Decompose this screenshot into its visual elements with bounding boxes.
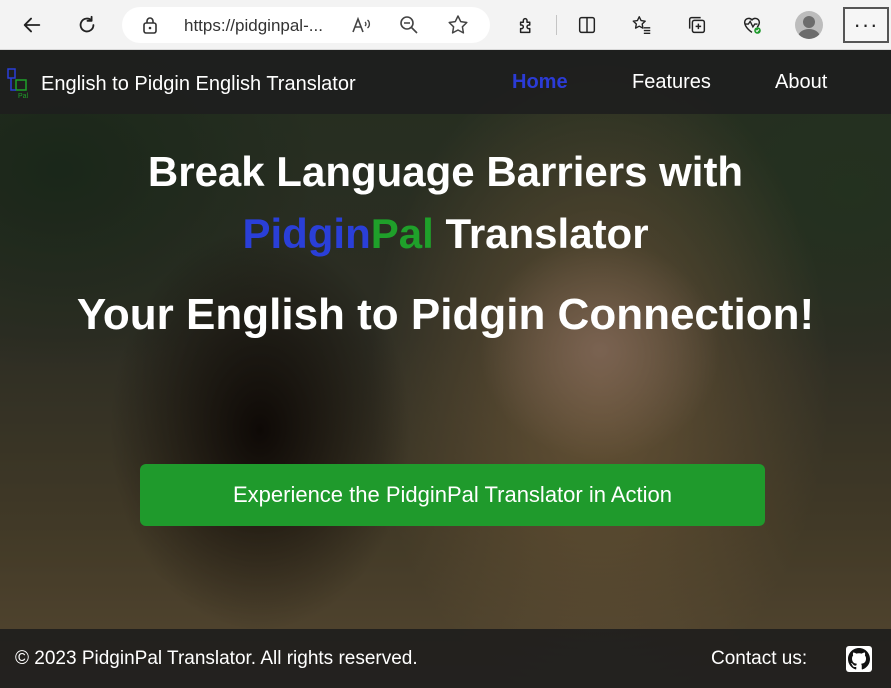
back-icon[interactable] [17, 10, 47, 40]
health-icon[interactable] [737, 10, 767, 40]
favorites-list-icon[interactable] [627, 10, 657, 40]
browser-toolbar: https://pidginpal-... ··· [0, 0, 891, 50]
web-page: Pal English to Pidgin English Translator… [0, 50, 891, 688]
collections-icon[interactable] [682, 10, 712, 40]
extensions-icon[interactable] [512, 10, 542, 40]
footer-copyright: © 2023 PidginPal Translator. All rights … [15, 648, 418, 669]
zoom-icon[interactable] [398, 14, 420, 41]
footer-contact-label: Contact us: [711, 648, 808, 669]
nav-features-link[interactable]: Features [632, 71, 711, 94]
brand-title[interactable]: English to Pidgin English Translator [41, 73, 356, 96]
logo-icon[interactable]: Pal [6, 68, 30, 100]
lock-icon[interactable] [142, 16, 158, 39]
try-translator-button[interactable]: Experience the PidginPal Translator in A… [140, 464, 765, 526]
address-bar[interactable]: https://pidginpal-... [122, 7, 490, 43]
nav-home-link[interactable]: Home [512, 71, 568, 94]
split-screen-icon[interactable] [572, 10, 602, 40]
brand-word-pal: Pal [370, 210, 434, 257]
github-icon[interactable] [846, 646, 872, 672]
hero-heading-translator: Translator [433, 210, 649, 257]
navbar: Pal English to Pidgin English Translator… [0, 50, 891, 114]
brand-word-pidgin: Pidgin [242, 210, 371, 257]
favorite-icon[interactable] [447, 14, 469, 41]
logo-text: Pal [18, 93, 29, 100]
hero-heading-line2: PidginPal Translator [0, 208, 891, 260]
hero-heading-line1: Break Language Barriers with [147, 148, 744, 195]
more-icon[interactable]: ··· [843, 7, 889, 43]
url-text[interactable]: https://pidginpal-... [184, 16, 323, 36]
profile-icon[interactable] [795, 11, 823, 39]
nav-about-link[interactable]: About [775, 71, 827, 94]
read-aloud-icon[interactable] [350, 14, 372, 41]
refresh-icon[interactable] [72, 10, 102, 40]
toolbar-divider [556, 15, 557, 35]
footer: © 2023 PidginPal Translator. All rights … [0, 629, 891, 688]
hero-subheading: Your English to Pidgin Connection! [76, 290, 815, 339]
